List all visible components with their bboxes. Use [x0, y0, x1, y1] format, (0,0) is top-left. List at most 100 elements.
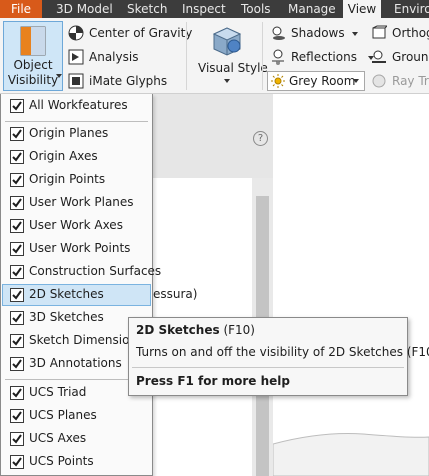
menu-item-user-work-planes[interactable]: User Work Planes [2, 192, 151, 214]
center-of-gravity-button[interactable]: Center of Gravity [89, 26, 192, 40]
tab-file[interactable]: File [0, 0, 42, 18]
menu-separator [5, 121, 148, 122]
checkbox[interactable] [10, 242, 24, 256]
chevron-down-icon [224, 79, 230, 83]
checkbox[interactable] [10, 311, 24, 325]
tooltip-help-hint: Press F1 for more help [136, 374, 290, 388]
checkbox[interactable] [10, 334, 24, 348]
menu-item-origin-planes[interactable]: Origin Planes [2, 123, 151, 145]
object-visibility-label-2: Visibility [7, 73, 59, 87]
ribbon-separator [186, 22, 187, 90]
check-icon [12, 290, 22, 300]
menu-item-label: UCS Axes [29, 431, 87, 445]
ray-tracing-icon [372, 74, 386, 88]
menu-item-label: UCS Triad [29, 385, 87, 399]
checkbox[interactable] [10, 386, 24, 400]
menu-item-origin-axes[interactable]: Origin Axes [2, 146, 151, 168]
center-of-gravity-icon [68, 25, 84, 41]
checkbox[interactable] [10, 99, 24, 113]
menu-item-label: All Workfeatures [29, 98, 128, 112]
checkbox[interactable] [10, 455, 24, 469]
tooltip-title-text: 2D Sketches [136, 323, 220, 337]
menu-item-label: UCS Planes [29, 408, 97, 422]
tab-inspect[interactable]: Inspect [182, 0, 226, 18]
analysis-icon [68, 49, 84, 65]
menu-item-all-workfeatures[interactable]: All Workfeatures [2, 95, 151, 117]
checkbox[interactable] [10, 357, 24, 371]
menu-item-user-work-axes[interactable]: User Work Axes [2, 215, 151, 237]
menu-item-label: User Work Points [29, 241, 131, 255]
object-visibility-label-1: Object [13, 58, 53, 72]
checkbox[interactable] [10, 288, 24, 302]
shadows-icon [272, 26, 285, 40]
tab-tools[interactable]: Tools [241, 0, 271, 18]
check-icon [12, 221, 22, 231]
object-visibility-icon [20, 26, 46, 56]
menu-item-origin-points[interactable]: Origin Points [2, 169, 151, 191]
tab-3d-model[interactable]: 3D Model [56, 0, 113, 18]
visual-style-icon [212, 27, 242, 56]
graphics-window[interactable] [273, 94, 429, 476]
menu-item-label: 2D Sketches [29, 287, 104, 301]
imate-glyphs-button[interactable]: iMate Glyphs [89, 74, 167, 88]
menu-item-label: Sketch Dimensions [29, 333, 144, 347]
check-icon [12, 388, 22, 398]
menu-item-2d-sketches[interactable]: 2D Sketches [2, 284, 151, 306]
tab-environments[interactable]: Enviro [394, 0, 429, 18]
orthographic-button[interactable]: Orthog [392, 26, 429, 40]
tab-view[interactable]: View [343, 0, 381, 18]
check-icon [12, 267, 22, 277]
ribbon-separator [262, 22, 263, 90]
lighting-style-dropdown[interactable]: Grey Room [267, 71, 365, 91]
reflections-icon [272, 49, 284, 65]
browser-node-text: essura) [153, 287, 198, 301]
ray-tracing-button[interactable]: Ray Tra [392, 74, 429, 88]
model-surface-outline [273, 433, 429, 476]
menu-item-construction-surfaces[interactable]: Construction Surfaces [2, 261, 161, 283]
lighting-style-value: Grey Room [289, 74, 356, 88]
orthographic-icon [372, 25, 387, 39]
ground-plane-button[interactable]: Ground [392, 50, 429, 64]
tab-sketch[interactable]: Sketch [127, 0, 167, 18]
check-icon [12, 313, 22, 323]
tooltip-title: 2D Sketches (F10) [136, 323, 255, 337]
checkbox[interactable] [10, 265, 24, 279]
chevron-down-icon [353, 79, 359, 83]
help-icon[interactable]: ? [253, 131, 268, 146]
menu-item-label: User Work Planes [29, 195, 134, 209]
check-icon [12, 244, 22, 254]
menu-item-label: User Work Axes [29, 218, 123, 232]
checkbox[interactable] [10, 409, 24, 423]
object-visibility-button[interactable]: Object Visibility [3, 21, 63, 91]
checkbox[interactable] [10, 219, 24, 233]
reflections-button[interactable]: Reflections [291, 50, 357, 64]
tab-manage[interactable]: Manage [288, 0, 336, 18]
menu-item-label: Origin Points [29, 172, 106, 186]
menu-item-label: 3D Sketches [29, 310, 104, 324]
menu-bar: File 3D Model Sketch Inspect Tools Manag… [0, 0, 429, 18]
ribbon: Object Visibility Center of Gravity Anal… [0, 18, 429, 94]
tooltip-shortcut: (F10) [223, 323, 255, 337]
sun-icon [271, 74, 285, 88]
visual-style-button[interactable]: Visual Style [198, 61, 268, 75]
check-icon [12, 129, 22, 139]
check-icon [12, 336, 22, 346]
checkbox[interactable] [10, 150, 24, 164]
checkbox[interactable] [10, 196, 24, 210]
checkbox[interactable] [10, 127, 24, 141]
menu-item-label: Origin Planes [29, 126, 109, 140]
menu-item-ucs-points[interactable]: UCS Points [2, 451, 151, 473]
menu-item-user-work-points[interactable]: User Work Points [2, 238, 151, 260]
shadows-button[interactable]: Shadows [291, 26, 345, 40]
check-icon [12, 101, 22, 111]
checkbox[interactable] [10, 432, 24, 446]
ground-plane-icon [372, 50, 386, 63]
menu-item-ucs-axes[interactable]: UCS Axes [2, 428, 151, 450]
menu-item-ucs-planes[interactable]: UCS Planes [2, 405, 151, 427]
menu-item-label: Construction Surfaces [29, 264, 162, 278]
menu-item-label: Origin Axes [29, 149, 98, 163]
analysis-button[interactable]: Analysis [89, 50, 138, 64]
chevron-down-icon [352, 32, 358, 36]
checkbox[interactable] [10, 173, 24, 187]
tooltip: 2D Sketches (F10) Turns on and off the v… [128, 317, 429, 396]
